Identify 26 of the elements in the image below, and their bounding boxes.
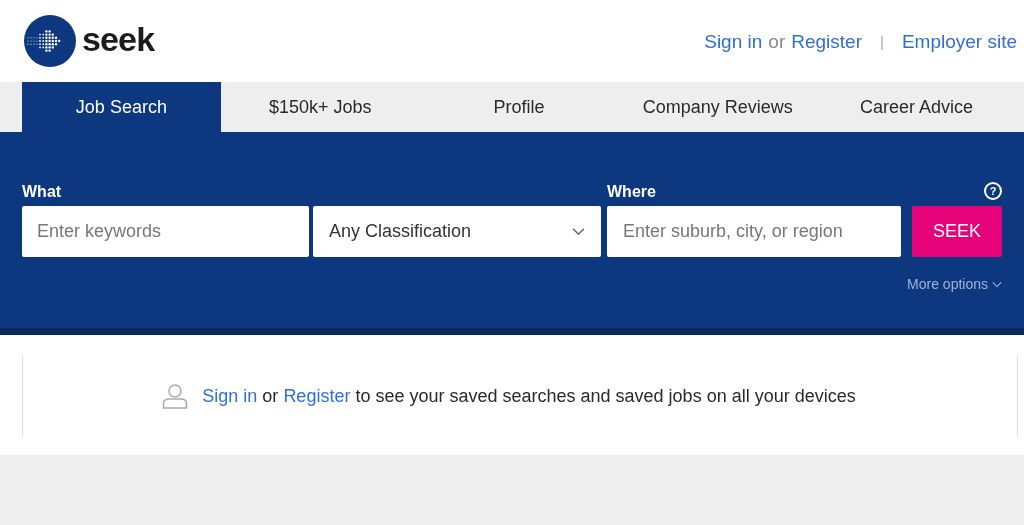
separator-text: | — [880, 31, 884, 52]
what-label: What — [22, 182, 63, 202]
help-icon[interactable]: ? — [984, 182, 1002, 200]
logo-icon — [24, 15, 76, 67]
chevron-down-icon — [992, 281, 1002, 288]
classification-dropdown[interactable]: Any Classification — [313, 206, 601, 257]
header-link[interactable]: Employer site — [901, 27, 1017, 57]
nav-tab[interactable]: $150k+ Jobs — [220, 82, 420, 132]
nav-tab[interactable]: Company Reviews — [618, 82, 818, 132]
nav-tab[interactable]: Profile — [419, 82, 619, 132]
sign-in-message: Sign in or Register to see your saved searches and saved jobs on all your devices — [202, 384, 856, 408]
header-link[interactable]: Sign in — [704, 27, 763, 57]
location-field[interactable]: Enter suburb, city, or region — [607, 206, 901, 257]
more-options-link[interactable]: More options — [907, 274, 1002, 295]
chevron-down-icon — [572, 227, 585, 236]
seek-button[interactable]: SEEK — [912, 206, 1002, 257]
nav-tab[interactable]: Career Advice — [817, 82, 1016, 132]
header-link[interactable]: Register — [791, 27, 862, 57]
nav-tab[interactable]: Job Search — [22, 82, 221, 132]
sign-in-link[interactable]: Sign in — [202, 385, 258, 406]
logo-wordmark[interactable]: seek — [82, 22, 155, 60]
person-icon — [162, 383, 189, 409]
register-link[interactable]: Register — [283, 385, 351, 406]
where-label: Where — [607, 182, 657, 202]
or-text: or — [768, 29, 786, 54]
keywords-field[interactable]: Enter keywords — [22, 206, 309, 257]
